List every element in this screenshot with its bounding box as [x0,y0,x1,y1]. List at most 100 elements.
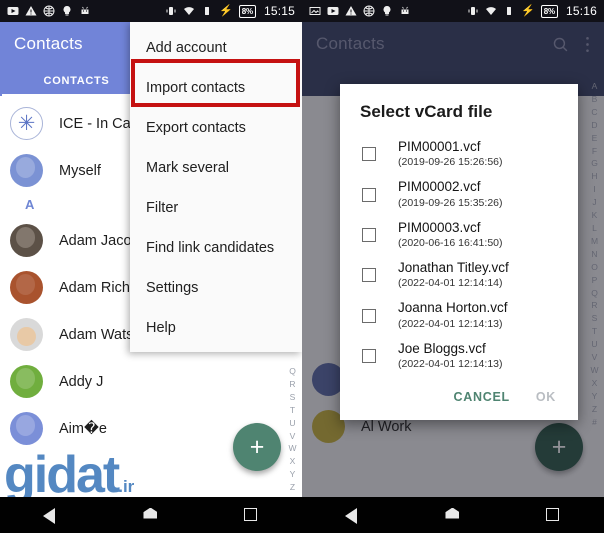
wifi-icon [184,7,195,15]
charging-icon: ⚡ [219,4,233,17]
back-icon[interactable] [344,507,360,524]
vcard-file-name: PIM00002.vcf [398,179,481,195]
vcard-file-name: Joe Bloggs.vcf [398,340,486,356]
warning-icon [345,6,357,16]
bulb-icon [383,6,391,16]
menu-item-mark-several[interactable]: Mark several [130,148,302,188]
checkbox[interactable] [362,187,376,202]
index-letter[interactable]: Y [290,468,296,481]
right-status-bar: ⚡ 8% 15:16 [302,0,604,22]
left-phone-screen: ⚡ 8% 15:15 Contacts CONTACTS F ✳ ICE - I… [0,0,302,533]
android-icon [81,6,89,14]
vcard-file-date: (2022-04-01 12:14:13) [398,357,503,370]
warning-icon [25,6,37,16]
vcard-file-date: (2020-06-16 16:41:50) [398,236,503,249]
checkbox[interactable] [362,268,376,283]
index-letter[interactable]: Q [289,365,296,378]
vcard-file-name: PIM00001.vcf [398,139,481,154]
index-letter[interactable]: W [288,442,296,455]
menu-item-settings[interactable]: Settings [130,268,302,308]
vcard-file-row[interactable]: PIM00002.vcf (2019-09-26 15:35:26) [340,174,578,214]
vcard-file-text: Joe Bloggs.vcf (2022-04-01 12:14:13) [398,341,503,371]
vcard-file-row[interactable]: Jonathan Titley.vcf (2022-04-01 12:14:14… [340,255,578,295]
vcard-file-row[interactable]: Joanna Horton.vcf (2022-04-01 12:14:13) [340,295,578,335]
avatar [10,318,43,351]
select-vcard-dialog: Select vCard file PIM00001.vcf (2019-09-… [340,84,578,421]
signal-icon [205,7,210,15]
bulb-icon [63,6,71,16]
wifi-icon [486,7,497,15]
avatar [10,154,43,187]
index-letter[interactable]: X [290,455,296,468]
cancel-button[interactable]: CANCEL [454,390,510,404]
vcard-file-row[interactable]: PIM00001.vcf (2019-09-26 15:26:56) [340,134,578,174]
page-title: Contacts [14,34,83,53]
checkbox[interactable] [362,308,376,323]
menu-item-help[interactable]: Help [130,308,302,348]
right-nav-bar[interactable] [302,497,604,533]
index-letter[interactable]: U [289,417,295,430]
menu-item-export-contacts[interactable]: Export contacts [130,108,302,148]
index-letter[interactable]: R [289,378,295,391]
right-status-icons [309,5,411,17]
vcard-file-date: (2019-09-26 15:26:56) [398,156,503,169]
vcard-file-date: (2022-04-01 12:14:13) [398,317,503,330]
vcard-file-row[interactable]: Joe Bloggs.vcf (2022-04-01 12:14:13) [340,336,578,376]
recents-icon[interactable] [244,507,259,523]
left-status-right: ⚡ 8% 15:15 [165,4,295,18]
android-icon [401,6,409,14]
vcard-file-text: Jonathan Titley.vcf (2022-04-01 12:14:14… [398,260,509,290]
avatar: ✳ [10,107,43,140]
checkbox[interactable] [362,227,376,242]
vcard-file-text: PIM00002.vcf (2019-09-26 15:35:26) [398,179,503,209]
list-item[interactable]: Addy J [0,358,302,405]
vcard-file-text: PIM00001.vcf (2019-09-26 15:26:56) [398,139,503,169]
clock: 15:16 [565,4,597,18]
index-letter[interactable]: Z [290,481,295,494]
screenshot-root: ⚡ 8% 15:15 Contacts CONTACTS F ✳ ICE - I… [0,0,604,533]
home-icon[interactable] [143,507,158,523]
vcard-file-row[interactable]: PIM00003.vcf (2020-06-16 16:41:50) [340,215,578,255]
vcard-file-date: (2019-09-26 15:35:26) [398,196,503,209]
index-letter[interactable]: V [290,430,296,443]
vcard-file-text: Joanna Horton.vcf (2022-04-01 12:14:13) [398,300,508,330]
vcard-file-text: PIM00003.vcf (2020-06-16 16:41:50) [398,220,503,250]
index-letter[interactable]: S [290,391,296,404]
signal-icon [507,7,512,15]
home-icon[interactable] [445,507,460,523]
basketball-icon [363,5,375,17]
menu-item-filter[interactable]: Filter [130,188,302,228]
left-status-icons [7,5,91,17]
checkbox[interactable] [362,147,376,162]
add-contact-fab[interactable]: + [233,423,281,471]
left-nav-bar[interactable] [0,497,302,533]
basketball-icon [43,5,55,17]
right-status-right: ⚡ 8% 15:16 [467,4,597,18]
recents-icon[interactable] [546,507,561,523]
screenshot-icon [309,7,321,15]
clock: 15:15 [263,4,295,18]
charging-icon: ⚡ [521,4,535,17]
youtube-icon [7,7,19,15]
contact-name: Addy J [59,373,104,390]
ok-button[interactable]: OK [536,390,556,404]
highlight-box-import-contacts [131,59,300,107]
avatar [10,365,43,398]
dialog-actions: CANCEL OK [340,376,578,416]
vcard-file-name: Jonathan Titley.vcf [398,260,509,276]
tab-contacts[interactable]: CONTACTS [2,75,151,96]
back-icon[interactable] [42,507,58,524]
left-status-bar: ⚡ 8% 15:15 [0,0,302,22]
plus-icon: + [249,432,265,461]
checkbox[interactable] [362,348,376,363]
avatar [10,224,43,257]
right-phone-screen: ⚡ 8% 15:16 Contacts CONTACTS Aim�e Al Wo… [302,0,604,533]
menu-item-find-link-candidates[interactable]: Find link candidates [130,228,302,268]
index-letter[interactable]: T [290,404,295,417]
vcard-file-name: PIM00003.vcf [398,219,481,235]
contact-name: Aim�e [59,420,107,437]
vcard-file-date: (2022-04-01 12:14:14) [398,277,503,290]
youtube-icon [327,7,339,15]
vibrate-icon [166,7,176,15]
contact-name: Myself [59,162,101,179]
